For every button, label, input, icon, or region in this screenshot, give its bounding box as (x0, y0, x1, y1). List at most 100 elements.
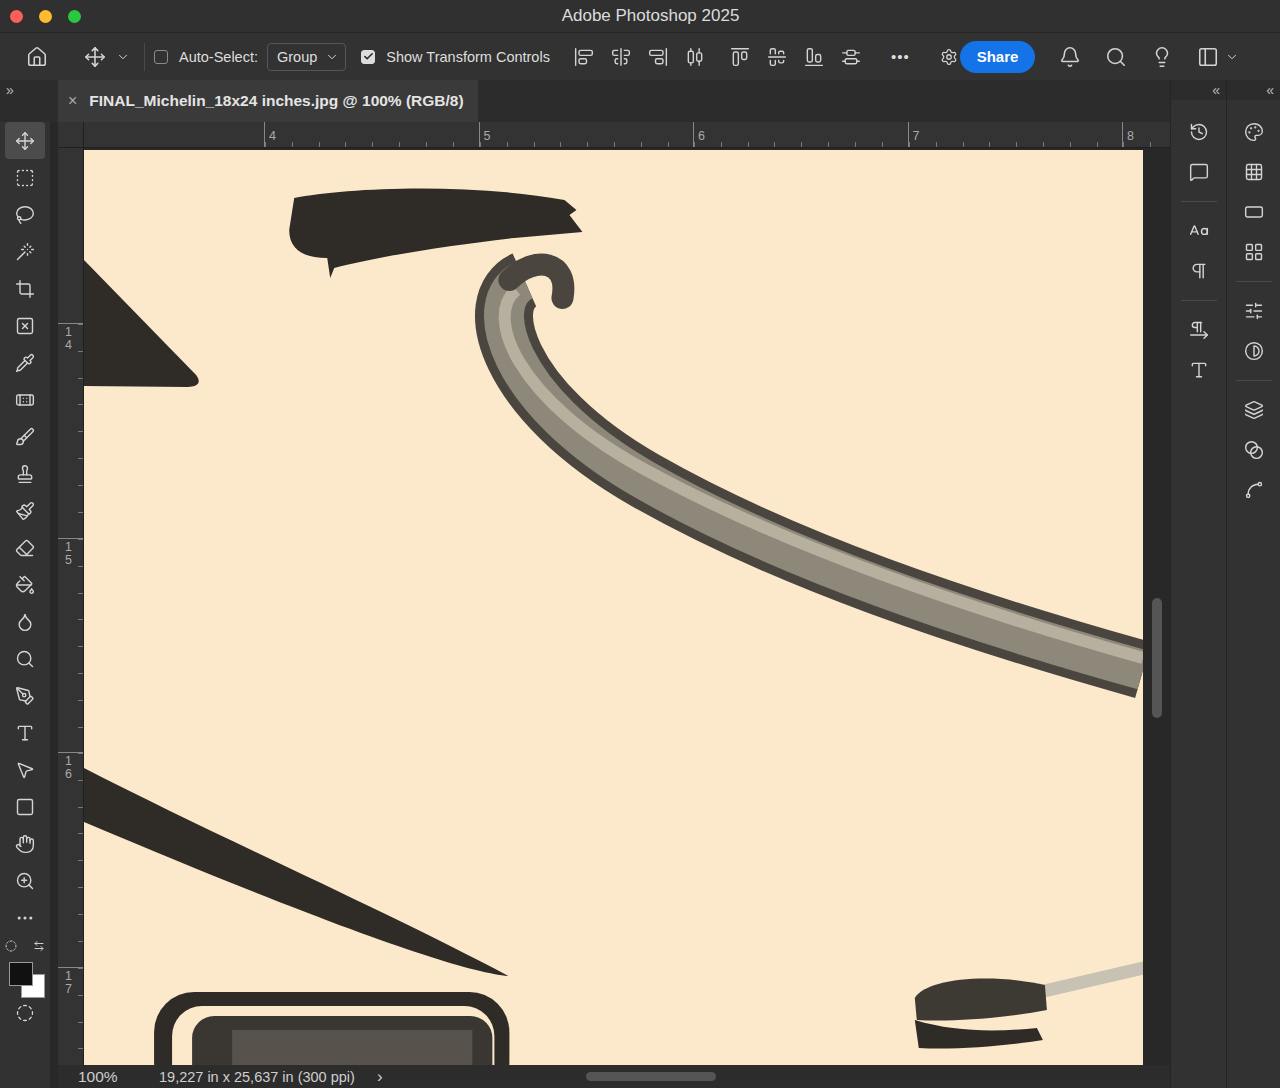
close-button[interactable] (10, 10, 23, 23)
foreground-swatch[interactable] (9, 962, 33, 986)
collapse-toggle[interactable]: « (1171, 80, 1226, 100)
window-title: Adobe Photoshop 2025 (81, 6, 1220, 26)
scroll-thumb[interactable] (1152, 598, 1162, 718)
ruler-tick: 8 (1122, 122, 1170, 147)
tool-button[interactable] (5, 862, 45, 899)
panel-button[interactable] (1236, 430, 1272, 470)
move-tool-icon[interactable] (84, 46, 106, 68)
lightbulb-icon[interactable] (1151, 46, 1173, 68)
panel-separator (1181, 300, 1217, 301)
panel-button[interactable] (1181, 310, 1217, 350)
search-icon[interactable] (1105, 46, 1127, 68)
panel-button[interactable] (1236, 390, 1272, 430)
minimize-button[interactable] (39, 10, 52, 23)
auto-select-dropdown[interactable]: Group (267, 43, 346, 71)
panel-button[interactable] (1236, 192, 1272, 232)
quick-mask-icon[interactable] (16, 1004, 34, 1022)
horizontal-ruler[interactable]: 45678 (84, 122, 1170, 147)
align-icon[interactable] (648, 47, 668, 67)
workspace-icon (1197, 46, 1219, 68)
ruler-tick: 5 (479, 122, 694, 147)
panel-button[interactable] (1181, 350, 1217, 390)
collapse-toggle[interactable]: » (0, 80, 58, 122)
swap-colors-icon[interactable] (33, 940, 45, 952)
align-icon[interactable] (767, 47, 787, 67)
blur-tool-icon (15, 612, 35, 632)
canvas[interactable] (84, 148, 1143, 1065)
panel-button[interactable] (1181, 211, 1217, 251)
default-colors-icon[interactable] (5, 940, 17, 952)
panel-button[interactable] (1181, 152, 1217, 192)
align-icon[interactable] (574, 47, 594, 67)
tool-button[interactable] (5, 640, 45, 677)
panel-button[interactable] (1181, 251, 1217, 291)
panel-button[interactable] (1181, 112, 1217, 152)
tool-button[interactable] (5, 788, 45, 825)
settings-icon[interactable] (940, 48, 958, 66)
chevron-down-icon[interactable] (116, 50, 130, 64)
vertical-ruler[interactable]: 14151617 (58, 148, 84, 1065)
panel-button[interactable] (1236, 112, 1272, 152)
panel-button[interactable] (1236, 331, 1272, 371)
tool-button[interactable] (5, 714, 45, 751)
tool-button[interactable] (5, 825, 45, 862)
vertical-scrollbar[interactable] (1143, 148, 1170, 1065)
align-icon[interactable] (804, 47, 824, 67)
align-icon[interactable] (841, 47, 861, 67)
tool-button[interactable] (5, 122, 45, 159)
tool-button[interactable] (5, 381, 45, 418)
panel-button[interactable] (1236, 152, 1272, 192)
tool-button[interactable] (5, 492, 45, 529)
tool-button[interactable] (5, 196, 45, 233)
more-options[interactable]: ••• (891, 48, 910, 65)
chevron-down-icon (1225, 50, 1239, 64)
tool-button[interactable] (5, 677, 45, 714)
tool-button[interactable] (5, 455, 45, 492)
pen-tool-icon (15, 686, 35, 706)
tool-button[interactable] (5, 899, 45, 936)
patterns-icon (1244, 242, 1264, 262)
window-controls (10, 10, 81, 23)
bell-icon[interactable] (1059, 46, 1081, 68)
tool-button[interactable] (5, 418, 45, 455)
tool-button[interactable] (5, 529, 45, 566)
tool-button[interactable] (5, 566, 45, 603)
tool-button[interactable] (5, 307, 45, 344)
panel-button[interactable] (1236, 291, 1272, 331)
horizontal-scroll-thumb[interactable] (586, 1072, 716, 1081)
panel-strip (1171, 100, 1226, 1088)
auto-select-checkbox[interactable] (154, 50, 168, 64)
tool-button[interactable] (5, 270, 45, 307)
dodge-tool-icon (15, 649, 35, 669)
align-icon[interactable] (685, 47, 705, 67)
eyedropper-tool-icon (15, 353, 35, 373)
tool-button[interactable] (5, 233, 45, 270)
workspace-switcher[interactable] (1197, 46, 1239, 68)
tab-close[interactable]: × (68, 92, 77, 110)
home-icon[interactable] (26, 46, 48, 68)
transform-controls-checkbox[interactable] (361, 50, 375, 64)
tool-button[interactable] (5, 603, 45, 640)
align-icon[interactable] (611, 47, 631, 67)
eraser-tool-icon (15, 538, 35, 558)
brush-tool-icon (15, 427, 35, 447)
panel-button[interactable] (1236, 232, 1272, 272)
zoom-button[interactable] (68, 10, 81, 23)
character-icon (1189, 221, 1209, 241)
panel-strip (1227, 100, 1280, 1088)
crop-tool-icon (15, 279, 35, 299)
tool-button[interactable] (5, 751, 45, 788)
document-tab[interactable]: ×FINAL_Michelin_18x24 inches.jpg @ 100% … (58, 80, 478, 122)
zoom-level[interactable]: 100% (78, 1068, 159, 1086)
canvas-row: 14151617 (58, 148, 1170, 1065)
collapse-toggle[interactable]: « (1227, 80, 1280, 100)
panel-button[interactable] (1236, 470, 1272, 510)
stamp-tool-icon (15, 464, 35, 484)
artwork (84, 150, 1143, 1065)
info-menu[interactable]: › (377, 1067, 383, 1087)
tool-button[interactable] (5, 159, 45, 196)
align-icon[interactable] (730, 47, 750, 67)
share-button[interactable]: Share (960, 41, 1036, 73)
tool-button[interactable] (5, 344, 45, 381)
document-area: ×FINAL_Michelin_18x24 inches.jpg @ 100% … (58, 80, 1170, 1088)
